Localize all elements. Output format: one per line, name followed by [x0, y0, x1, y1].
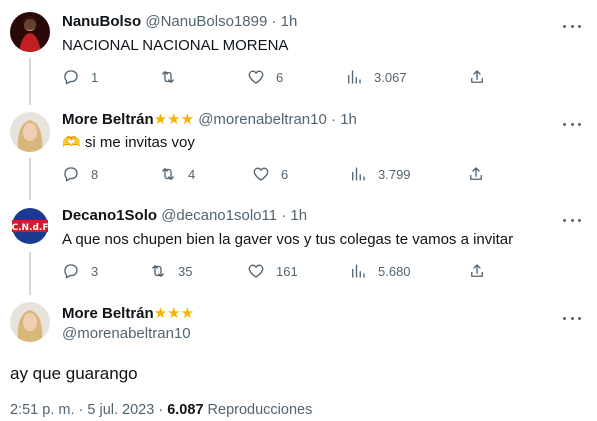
more-icon[interactable] — [563, 214, 581, 226]
tweet-header: Decano1Solo @decano1solo11 · 1h — [62, 206, 307, 226]
separator: · — [271, 13, 277, 30]
post-time[interactable]: 2:51 p. m. — [10, 402, 74, 418]
main-tweet-name: More Beltrán★★★ — [62, 304, 194, 324]
reply-count: 3 — [91, 263, 99, 279]
reply-button[interactable]: 3 — [62, 261, 98, 281]
views-icon — [352, 167, 365, 181]
thread-line — [29, 252, 31, 295]
retweet-button[interactable]: 4 — [159, 164, 195, 184]
star-badge: ★★★ — [153, 111, 195, 128]
reply-count: 8 — [91, 166, 99, 182]
reply-button[interactable]: 8 — [62, 164, 98, 184]
reply-button[interactable]: 1 — [62, 67, 98, 87]
retweet-count: 4 — [188, 166, 196, 182]
user-handle[interactable]: @morenabeltran10 — [62, 325, 191, 342]
avatar-crest-text: C.N.d.F — [12, 223, 49, 233]
avatar[interactable]: C.N.d.F — [10, 206, 50, 246]
more-icon[interactable] — [563, 20, 581, 32]
display-name[interactable]: More Beltrán — [62, 305, 154, 322]
separator: · — [78, 402, 84, 418]
share-button[interactable] — [467, 164, 485, 184]
tweet-header: NanuBolso @NanuBolso1899 · 1h — [62, 12, 297, 32]
tweet-more-beltran-reply[interactable]: More Beltrán★★★ @morenabeltran10 · 1h 🫶 … — [0, 105, 597, 200]
main-tweet-handle: @morenabeltran10 — [62, 324, 191, 344]
timestamp[interactable]: 1h — [340, 111, 357, 128]
post-date[interactable]: 5 jul. 2023 — [87, 402, 154, 418]
more-icon[interactable] — [563, 118, 581, 130]
separator: · — [158, 402, 164, 418]
main-tweet-text: ay que guarango — [10, 364, 138, 383]
views-button[interactable]: 5.680 — [349, 261, 411, 281]
tweet-actions: 1 6 3.067 — [62, 67, 483, 87]
retweet-button[interactable]: 35 — [149, 261, 192, 281]
separator: · — [331, 111, 337, 128]
avatar[interactable] — [10, 302, 50, 342]
retweet-icon — [152, 265, 164, 277]
views-count: 3.799 — [378, 166, 411, 182]
heart-icon — [248, 70, 264, 84]
views-total: 6.087 — [167, 402, 204, 418]
heart-icon — [248, 264, 264, 278]
tweet-metadata: 2:51 p. m. · 5 jul. 2023 · 6.087 Reprodu… — [10, 402, 312, 418]
views-button[interactable]: 3.067 — [345, 67, 407, 87]
views-icon — [348, 70, 361, 84]
tweet-text: A que nos chupen bien la gaver vos y tus… — [62, 231, 514, 248]
retweet-count: 35 — [178, 263, 193, 279]
share-button[interactable] — [468, 261, 486, 281]
like-count: 6 — [281, 166, 289, 182]
separator: · — [281, 207, 287, 224]
like-button[interactable]: 161 — [247, 261, 298, 281]
like-count: 6 — [276, 69, 284, 85]
like-button[interactable]: 6 — [247, 67, 283, 87]
reply-icon — [64, 264, 78, 279]
share-icon — [470, 167, 482, 180]
tweet-nanubolso[interactable]: NanuBolso @NanuBolso1899 · 1h NACIONAL N… — [0, 0, 597, 105]
star-badge: ★★★ — [153, 305, 195, 322]
tweet-actions: 3 35 161 5.680 — [62, 261, 483, 281]
display-name[interactable]: NanuBolso — [62, 13, 141, 30]
tweet-header: More Beltrán★★★ @morenabeltran10 · 1h — [62, 110, 357, 130]
display-name[interactable]: More Beltrán — [62, 111, 154, 128]
thread-line — [29, 158, 31, 200]
avatar[interactable] — [10, 12, 50, 52]
timestamp[interactable]: 1h — [281, 13, 298, 30]
retweet-icon — [162, 71, 174, 83]
share-icon — [471, 264, 483, 277]
more-icon[interactable] — [563, 312, 581, 324]
hands-emoji: 🫶 — [62, 134, 81, 151]
retweet-button[interactable] — [159, 67, 188, 87]
views-label: Reproducciones — [207, 402, 313, 418]
like-count: 161 — [276, 263, 298, 279]
reply-icon — [64, 70, 78, 85]
timestamp[interactable]: 1h — [290, 207, 307, 224]
views-button[interactable]: 3.799 — [349, 164, 411, 184]
like-button[interactable]: 6 — [252, 164, 288, 184]
tweet-text: 🫶 si me invitas voy — [62, 133, 195, 153]
views-count: 5.680 — [378, 263, 411, 279]
reply-icon — [64, 167, 78, 182]
share-button[interactable] — [468, 67, 486, 87]
share-icon — [471, 70, 483, 83]
heart-icon — [253, 167, 269, 181]
views-icon — [352, 264, 365, 278]
thread-line — [29, 58, 31, 105]
user-handle[interactable]: @NanuBolso1899 — [145, 13, 267, 30]
display-name[interactable]: Decano1Solo — [62, 207, 157, 224]
tweet-text: NACIONAL NACIONAL MORENA — [62, 37, 289, 54]
retweet-icon — [162, 168, 174, 180]
reply-count: 1 — [91, 69, 99, 85]
tweet-actions: 8 4 6 3.799 — [62, 164, 482, 184]
tweet-decano1solo[interactable]: C.N.d.F Decano1Solo @decano1solo11 · 1h … — [0, 200, 597, 295]
user-handle[interactable]: @morenabeltran10 — [198, 111, 327, 128]
user-handle[interactable]: @decano1solo11 — [161, 207, 277, 224]
tweet-text-content: si me invitas voy — [84, 134, 195, 151]
views-count: 3.067 — [374, 69, 407, 85]
avatar[interactable] — [10, 112, 50, 152]
